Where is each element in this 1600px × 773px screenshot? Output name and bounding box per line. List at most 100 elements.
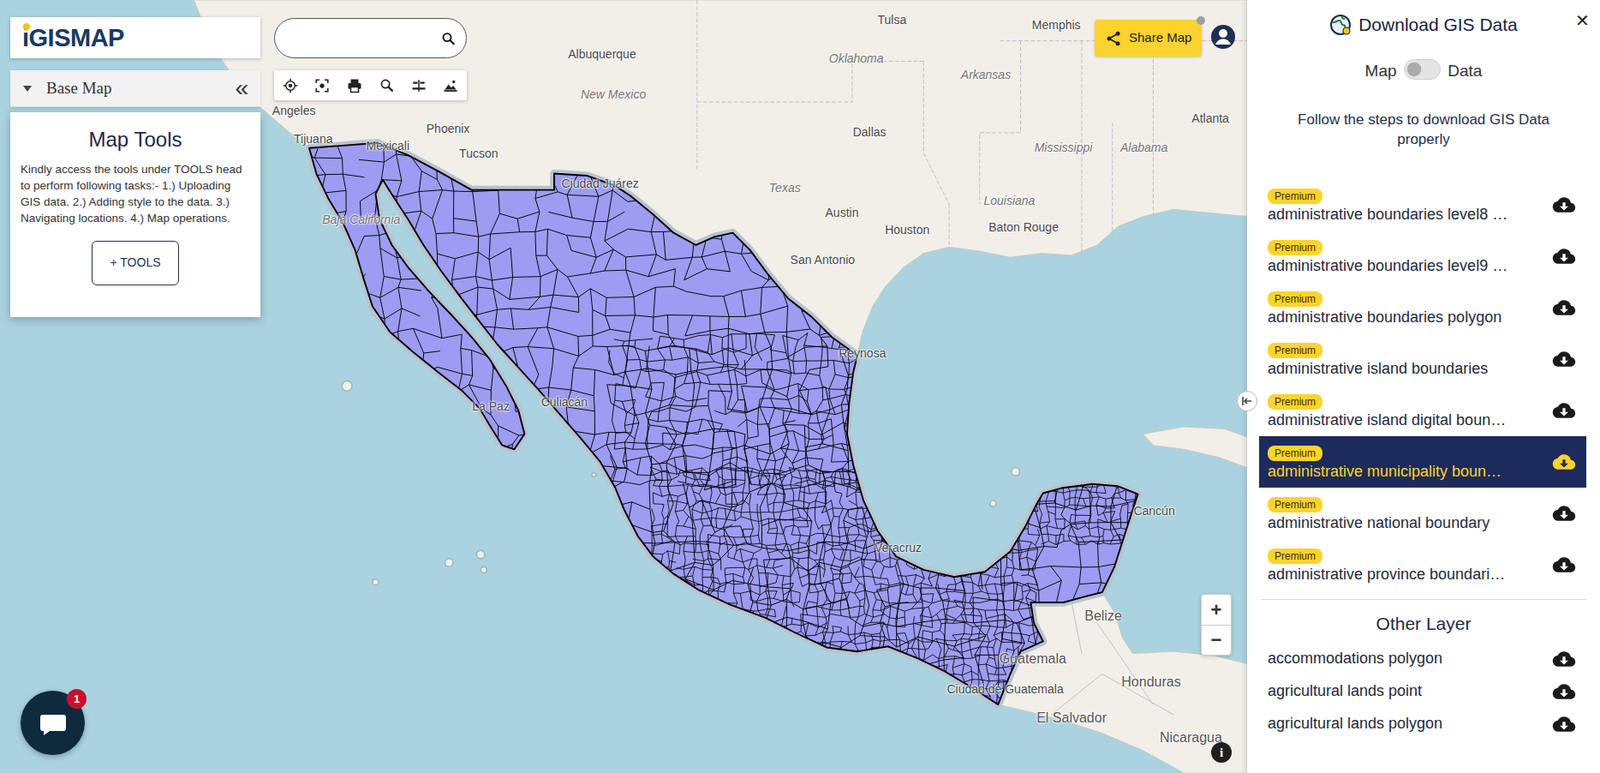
toggle-right-label[interactable]: Data [1447, 59, 1482, 84]
cloud-download-icon[interactable] [1552, 452, 1577, 472]
layer-name[interactable]: administrative province boundari… [1267, 565, 1546, 585]
user-icon[interactable] [1210, 23, 1236, 50]
chat-icon [37, 707, 69, 739]
map-label: San Antonio [790, 252, 856, 267]
cloud-download-icon[interactable] [1552, 649, 1577, 669]
map-label: Louisiana [983, 192, 1035, 207]
share-icon [1104, 29, 1123, 48]
premium-layer-item[interactable]: Premiumadministrative boundaries level8 … [1259, 179, 1587, 231]
map-label: Ciudad Juárez [561, 176, 639, 191]
premium-layer-item[interactable]: Premiumadministrative boundaries level9 … [1259, 230, 1587, 282]
premium-badge: Premium [1267, 548, 1323, 564]
download-panel: Download GIS Data ✕ Map Data Follow the … [1247, 0, 1600, 773]
search-icon[interactable] [441, 29, 456, 48]
premium-layer-item[interactable]: Premiumadministrative island digital bou… [1259, 384, 1587, 436]
map-label: Texas [769, 180, 801, 195]
other-layer-item[interactable]: agricultural lands polygon [1259, 707, 1587, 741]
chat-button[interactable]: 1 [20, 690, 85, 755]
cloud-download-icon[interactable] [1552, 400, 1577, 420]
focus-icon[interactable] [306, 70, 339, 101]
share-map-label[interactable]: Share Map [1128, 28, 1192, 48]
collapse-arrow-icon[interactable] [1236, 390, 1258, 412]
layer-name[interactable]: agricultural lands polygon [1267, 711, 1546, 735]
map-label: Honduras [1121, 674, 1181, 690]
cloud-download-icon[interactable] [1552, 349, 1577, 369]
layer-name[interactable]: administrative municipality boun… [1267, 462, 1546, 482]
caret-down-icon[interactable] [22, 83, 33, 93]
info-button[interactable]: i [1211, 741, 1232, 763]
base-map-bar[interactable]: Base Map « [10, 70, 261, 108]
premium-layer-item[interactable]: Premiumadministrative national boundary [1259, 487, 1587, 539]
measure-icon[interactable] [402, 70, 435, 101]
premium-layer-item[interactable]: Premiumadministrative boundaries polygon [1259, 281, 1587, 334]
map-label: Angeles [272, 103, 317, 118]
layer-name[interactable]: administrative boundaries level8 … [1267, 205, 1546, 225]
globe-icon [1329, 13, 1352, 36]
locate-icon[interactable] [274, 70, 306, 101]
mexico-municipalities[interactable] [309, 143, 1138, 705]
premium-layer-item[interactable]: Premiumadministrative province boundari… [1259, 538, 1587, 591]
other-layer-item[interactable]: agricultural lands point [1259, 674, 1587, 708]
cuba-land [1142, 426, 1248, 468]
other-layer-item[interactable]: accommodations polygon [1259, 642, 1587, 675]
island [1011, 467, 1021, 477]
layer-name[interactable]: administrative island digital boun… [1267, 411, 1546, 430]
premium-badge: Premium [1267, 394, 1323, 410]
layer-name[interactable]: accommodations polygon [1267, 646, 1546, 670]
layer-name[interactable]: agricultural lands point [1267, 679, 1546, 703]
collapse-button[interactable]: « [234, 76, 249, 101]
share-map-button[interactable]: Share Map [1094, 19, 1202, 57]
instructions: Follow the steps to download GIS Data pr… [1247, 109, 1600, 151]
zoom-search-icon[interactable] [370, 70, 403, 101]
cloud-download-icon[interactable] [1552, 555, 1577, 574]
premium-layer-item[interactable]: Premiumadministrative island boundaries [1259, 333, 1587, 385]
zoom-in-button[interactable]: + [1201, 594, 1231, 625]
premium-layer-item[interactable]: Premiumadministrative municipality boun… [1259, 435, 1587, 488]
other-layer-heading: Other Layer [1260, 598, 1587, 638]
map-label: Phoenix [426, 121, 471, 136]
cloud-download-icon[interactable] [1552, 195, 1577, 215]
layer-name[interactable]: administrative boundaries polygon [1267, 308, 1546, 328]
logo[interactable]: iGISMAP [10, 17, 261, 59]
cloud-download-icon[interactable] [1552, 714, 1577, 734]
cloud-download-icon[interactable] [1552, 298, 1577, 317]
map-label: Nicaragua [1159, 729, 1223, 746]
municipality-borders [294, 131, 1161, 727]
map-label: Atlanta [1191, 111, 1230, 126]
search-input[interactable] [288, 27, 442, 50]
terrain-icon[interactable] [435, 70, 467, 101]
layer-name[interactable]: administrative national boundary [1267, 513, 1546, 533]
cloud-download-icon[interactable] [1552, 246, 1577, 266]
toggle-switch[interactable] [1403, 59, 1442, 80]
search-box[interactable] [274, 17, 467, 59]
cloud-download-icon[interactable] [1552, 681, 1577, 701]
map-data-toggle: Map Data [1247, 59, 1600, 84]
map-label: Reynosa [838, 346, 886, 360]
print-icon[interactable] [338, 70, 371, 101]
mexico-outline [309, 143, 1138, 705]
layer-name[interactable]: administrative island boundaries [1267, 359, 1546, 379]
map-label: Memphis [1032, 17, 1081, 32]
map-label: Tijuana [293, 131, 333, 146]
zoom-out-button[interactable]: − [1201, 624, 1231, 655]
base-map-label[interactable]: Base Map [46, 76, 113, 102]
layer-name[interactable]: administrative boundaries level9 … [1267, 256, 1546, 276]
map-label: Dallas [853, 125, 887, 139]
map-label: Ciudad de Guatemala [947, 681, 1064, 696]
map-label: Mississippi [1034, 140, 1093, 155]
map-label: Veracruz [874, 540, 922, 555]
cloud-download-icon[interactable] [1552, 503, 1577, 523]
map-label: Cancún [1133, 503, 1175, 518]
tools-button[interactable]: + TOOLS [91, 240, 180, 286]
toggle-left-label[interactable]: Map [1365, 59, 1398, 84]
mexico-halo [309, 143, 1138, 705]
map-label: Mexicali [365, 138, 410, 153]
close-button[interactable]: ✕ [1575, 11, 1590, 30]
island [444, 558, 454, 568]
logo-text: GISMAP [29, 23, 125, 52]
premium-badge: Premium [1267, 342, 1323, 359]
panel-header: Download GIS Data ✕ [1247, 0, 1600, 49]
zoom-control: + − [1200, 593, 1232, 656]
map-tools-card: Map Tools Kindly access the tools under … [10, 112, 261, 317]
map-view[interactable]: TulsaMemphisOklahomaArkansasAlbuquerqueN… [0, 0, 1248, 773]
